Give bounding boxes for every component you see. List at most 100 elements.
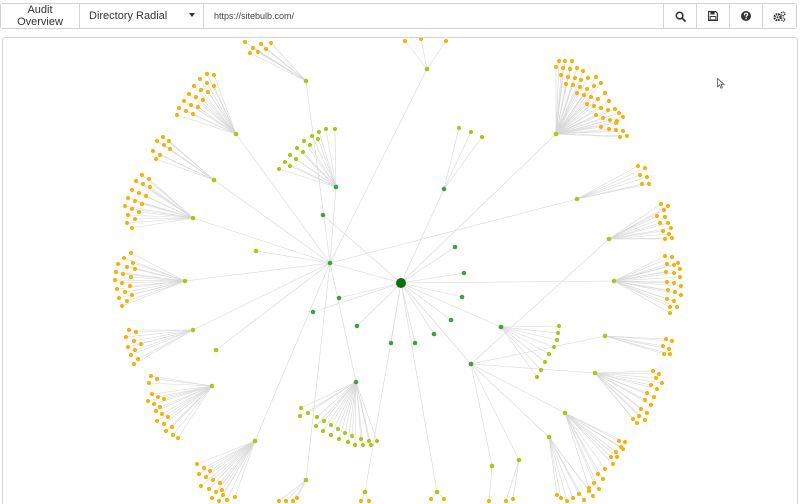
leaf-node[interactable] <box>665 220 671 226</box>
leaf-node[interactable] <box>564 498 570 504</box>
leaf-node[interactable] <box>654 213 660 219</box>
folder-node[interactable] <box>574 196 580 202</box>
leaf-node[interactable] <box>581 92 587 98</box>
leaf-node[interactable] <box>660 228 666 234</box>
page-node[interactable] <box>316 129 322 135</box>
folder-node[interactable] <box>611 278 617 284</box>
leaf-node[interactable] <box>639 181 645 187</box>
directory-node[interactable] <box>498 324 504 330</box>
leaf-node[interactable] <box>119 303 125 309</box>
leaf-node[interactable] <box>595 471 601 477</box>
page-node[interactable] <box>332 126 338 132</box>
leaf-node[interactable] <box>112 277 118 283</box>
leaf-node[interactable] <box>620 128 626 134</box>
leaf-node[interactable] <box>624 133 630 139</box>
leaf-node[interactable] <box>232 494 238 500</box>
url-input[interactable] <box>204 4 664 28</box>
folder-node[interactable] <box>209 383 215 389</box>
folder-node[interactable] <box>211 177 217 183</box>
audit-overview-button[interactable]: Audit Overview <box>1 4 80 28</box>
leaf-node[interactable] <box>183 108 189 114</box>
leaf-node[interactable] <box>443 38 449 44</box>
leaf-node[interactable] <box>146 176 152 182</box>
leaf-node[interactable] <box>598 124 604 130</box>
leaf-node[interactable] <box>613 120 619 126</box>
leaf-node[interactable] <box>116 295 122 301</box>
leaf-node[interactable] <box>651 394 657 400</box>
page-node[interactable] <box>287 152 293 158</box>
leaf-node[interactable] <box>634 420 640 426</box>
folder-node[interactable] <box>546 434 552 440</box>
directory-radial-graph[interactable] <box>2 37 798 504</box>
leaf-node[interactable] <box>642 397 648 403</box>
leaf-node[interactable] <box>657 220 663 226</box>
leaf-node[interactable] <box>149 391 155 397</box>
page-node[interactable] <box>300 149 306 155</box>
leaf-node[interactable] <box>402 38 408 44</box>
leaf-node[interactable] <box>290 498 296 504</box>
leaf-node[interactable] <box>644 410 650 416</box>
leaf-node[interactable] <box>486 498 492 504</box>
leaf-node[interactable] <box>662 236 668 242</box>
page-node[interactable] <box>328 422 334 428</box>
leaf-node[interactable] <box>216 498 222 504</box>
leaf-node[interactable] <box>678 283 684 289</box>
leaf-node[interactable] <box>578 77 584 83</box>
leaf-node[interactable] <box>121 255 127 261</box>
leaf-node[interactable] <box>139 201 145 207</box>
leaf-node[interactable] <box>151 401 157 407</box>
leaf-node[interactable] <box>154 138 160 144</box>
folder-node[interactable] <box>362 489 368 495</box>
leaf-node[interactable] <box>588 94 594 100</box>
leaf-node[interactable] <box>136 209 142 215</box>
leaf-node[interactable] <box>610 461 616 467</box>
leaf-node[interactable] <box>669 338 675 344</box>
folder-node[interactable] <box>434 489 440 495</box>
leaf-node[interactable] <box>160 134 166 140</box>
leaf-node[interactable] <box>283 498 289 504</box>
leaf-node[interactable] <box>616 110 622 116</box>
leaf-node[interactable] <box>584 86 590 92</box>
leaf-node[interactable] <box>667 304 673 310</box>
leaf-node[interactable] <box>664 279 670 285</box>
leaf-node[interactable] <box>671 298 677 304</box>
folder-node[interactable] <box>213 347 219 353</box>
page-node[interactable] <box>542 359 548 365</box>
directory-node[interactable] <box>412 340 418 346</box>
leaf-node[interactable] <box>194 461 200 467</box>
directory-node[interactable] <box>441 186 447 192</box>
page-node[interactable] <box>301 138 307 144</box>
folder-node[interactable] <box>182 278 188 284</box>
page-node[interactable] <box>538 367 544 373</box>
folder-node[interactable] <box>489 463 495 469</box>
leaf-node[interactable] <box>572 75 578 81</box>
leaf-node[interactable] <box>598 80 604 86</box>
leaf-node[interactable] <box>207 468 213 474</box>
leaf-node[interactable] <box>139 172 145 178</box>
folder-node[interactable] <box>516 457 522 463</box>
leaf-node[interactable] <box>667 310 673 316</box>
leaf-node[interactable] <box>213 489 219 495</box>
leaf-node[interactable] <box>211 72 217 78</box>
leaf-node[interactable] <box>119 280 125 286</box>
leaf-node[interactable] <box>614 454 620 460</box>
leaf-node[interactable] <box>602 90 608 96</box>
leaf-node[interactable] <box>219 487 225 493</box>
leaf-node[interactable] <box>580 68 586 74</box>
leaf-node[interactable] <box>133 178 139 184</box>
view-select[interactable]: Directory Radial <box>80 4 204 28</box>
page-node[interactable] <box>551 344 557 350</box>
page-node[interactable] <box>282 159 288 165</box>
leaf-node[interactable] <box>637 172 643 178</box>
leaf-node[interactable] <box>129 187 135 193</box>
folder-node[interactable] <box>253 248 259 254</box>
leaf-node[interactable] <box>674 304 680 310</box>
leaf-node[interactable] <box>128 274 134 280</box>
leaf-node[interactable] <box>114 286 120 292</box>
leaf-node[interactable] <box>197 76 203 82</box>
page-node[interactable] <box>546 351 552 357</box>
leaf-node[interactable] <box>255 49 261 55</box>
page-node[interactable] <box>314 414 320 420</box>
leaf-node[interactable] <box>677 266 683 272</box>
leaf-node[interactable] <box>665 287 671 293</box>
